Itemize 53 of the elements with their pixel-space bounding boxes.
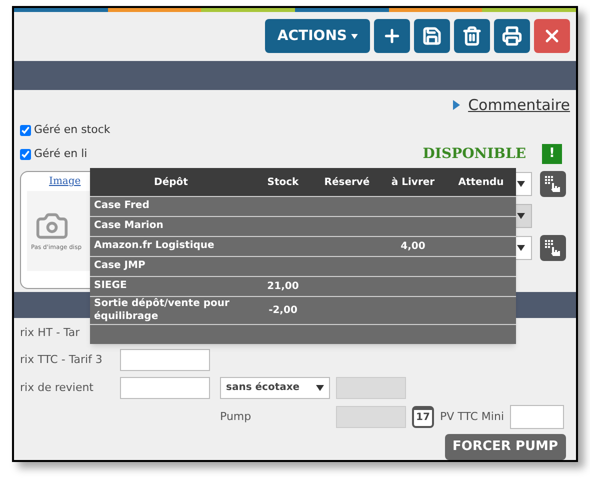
depot-name: Sortie dépôt/vente pour équilibrage [93,298,230,323]
field-label: Pump [220,408,252,425]
caret-icon [517,244,525,251]
delete-button[interactable] [454,19,490,54]
add-button[interactable] [374,19,410,54]
alert-badge: ! [542,144,562,164]
keypad-hand-icon [544,174,562,193]
availability-status: DISPONIBLE [422,144,526,164]
price-input[interactable] [120,348,210,371]
keypad-button[interactable] [540,234,566,261]
checkbox[interactable] [20,148,31,160]
keypad-button[interactable] [540,170,566,197]
close-button[interactable] [534,19,570,54]
depot-name: Case JMP [93,260,146,273]
depot-name: Case Fred [93,200,150,213]
quantity-cell-text: -2,00 [268,304,298,318]
print-button[interactable] [494,19,530,54]
ecotax-select[interactable]: sans écotaxe [220,376,330,399]
printer-icon [502,26,522,46]
depot-name: Case Marion [93,220,164,233]
save-button[interactable] [414,19,450,54]
comment-link[interactable]: Commentaire [468,94,570,116]
calendar-button[interactable]: 17 [412,406,434,428]
column-header: Dépôt [153,176,189,190]
trash-icon [462,26,482,46]
keypad-hand-icon [544,238,562,257]
quantity-cell-text: 4,00 [400,240,426,254]
caret-icon [517,212,525,219]
column-header: à Livrer [390,176,436,190]
force-pump-button[interactable]: FORCER PUMP [444,434,566,460]
actions-button[interactable]: ACTIONS [265,19,370,54]
caret-icon [351,34,358,39]
image-link[interactable]: Image [49,174,81,189]
field-label: rix HT - Tar [20,324,80,341]
stock-checkbox[interactable] [20,125,31,136]
column-header: Stock [266,176,300,190]
triangle-icon [453,100,460,110]
column-header: Réservé [323,176,371,190]
price-input[interactable] [510,404,564,429]
column-header: Attendu [457,176,505,190]
quantity-cell-text: 21,00 [266,280,300,294]
checkbox-label: Géré en li [34,146,88,162]
caret-icon [316,384,324,391]
field-label: rix TTC - Tarif 3 [20,352,104,368]
checkbox-label: Géré en stock [34,122,110,138]
save-icon [422,26,442,46]
depot-name: Amazon.fr Logistique [93,240,216,253]
readonly-input[interactable] [336,406,406,428]
price-input[interactable] [120,376,210,399]
depot-name: SIEGE [93,280,128,293]
field-label: PV TTC Mini [440,408,504,425]
readonly-input[interactable] [336,376,406,399]
field-label: rix de revient [20,380,94,396]
